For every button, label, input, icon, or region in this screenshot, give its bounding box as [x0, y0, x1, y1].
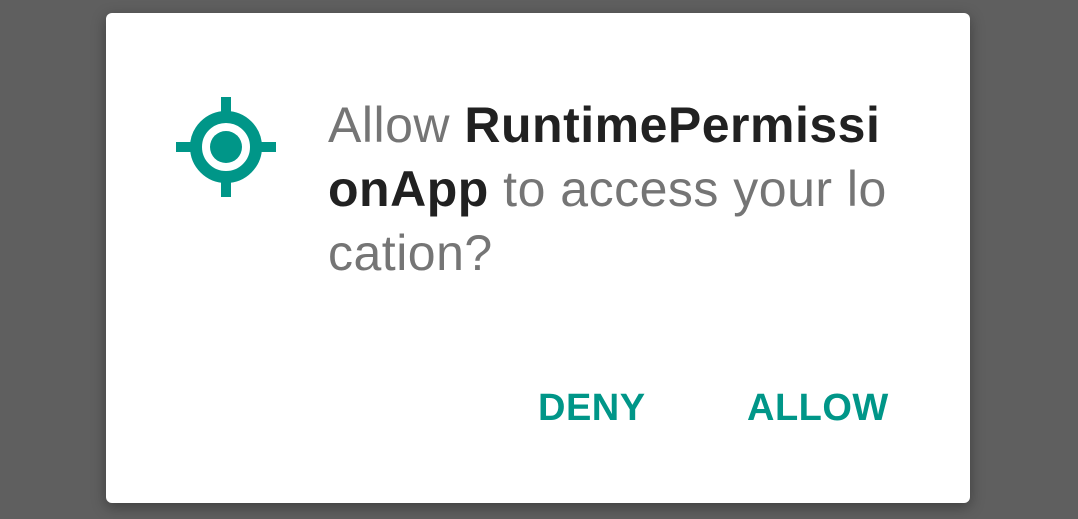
allow-button[interactable]: ALLOW	[747, 383, 889, 433]
message-prefix: Allow	[328, 97, 465, 153]
deny-button[interactable]: DENY	[538, 383, 646, 433]
location-target-icon	[176, 97, 276, 197]
permission-message: Allow RuntimePermissionApp to access you…	[328, 93, 898, 285]
permission-dialog: Allow RuntimePermissionApp to access you…	[106, 13, 970, 503]
